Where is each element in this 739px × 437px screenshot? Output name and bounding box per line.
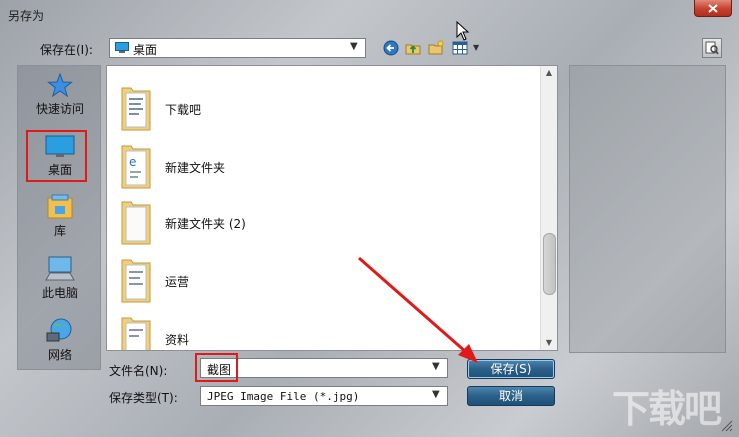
- close-icon: [708, 3, 718, 13]
- filetype-select[interactable]: JPEG Image File (*.jpg) ▼: [200, 386, 448, 406]
- folder-icon: [121, 87, 151, 131]
- file-name: 下载吧: [165, 103, 202, 117]
- file-list[interactable]: 下载吧 e 新建文件夹 新建文件夹 (2) 运营 资料 ▲ ▼: [106, 65, 558, 351]
- svg-text:e: e: [129, 155, 136, 169]
- nav-item-library[interactable]: 库: [18, 194, 102, 239]
- back-icon[interactable]: [383, 40, 399, 56]
- chevron-down-icon[interactable]: ▼: [432, 389, 440, 400]
- nav-item-label: 网络: [47, 348, 72, 362]
- folder-icon: e: [121, 145, 151, 189]
- savein-select[interactable]: 桌面 ▼: [109, 38, 366, 58]
- places-bar: 快速访问 桌面 库 此电脑 网络: [17, 65, 101, 370]
- watermark-logo: 下载吧: [612, 387, 722, 431]
- list-item[interactable]: 新建文件夹 (2): [107, 198, 537, 248]
- highlight-frame: [195, 353, 238, 382]
- file-name: 新建文件夹: [165, 161, 226, 175]
- nav-item-label: 此电脑: [41, 286, 78, 300]
- nav-item-quick-access[interactable]: 快速访问: [18, 72, 102, 117]
- folder-icon: [121, 201, 151, 245]
- view-dropdown-icon[interactable]: ▼: [473, 43, 479, 52]
- scroll-down-icon[interactable]: ▼: [541, 336, 557, 350]
- list-item[interactable]: 资料: [107, 314, 537, 350]
- save-button[interactable]: 保存(S): [467, 359, 555, 379]
- list-item[interactable]: e 新建文件夹: [107, 142, 537, 192]
- up-folder-icon[interactable]: [405, 40, 421, 56]
- resize-grip-icon[interactable]: [719, 418, 733, 432]
- file-name: 运营: [165, 275, 190, 289]
- nav-item-network[interactable]: 网络: [18, 318, 102, 363]
- preview-pane: [569, 65, 726, 353]
- preview-icon: [705, 41, 719, 55]
- title-bar: [0, 0, 739, 30]
- nav-item-this-pc[interactable]: 此电脑: [18, 256, 102, 301]
- folder-icon: [121, 259, 151, 303]
- filename-label: 文件名(N):: [109, 364, 168, 378]
- savein-value: 桌面: [133, 43, 158, 57]
- file-name: 新建文件夹 (2): [165, 217, 246, 231]
- view-menu-icon[interactable]: [452, 40, 468, 56]
- network-icon: [46, 318, 72, 342]
- scroll-up-icon[interactable]: ▲: [541, 66, 557, 80]
- chevron-down-icon[interactable]: ▼: [350, 41, 358, 52]
- scroll-thumb[interactable]: [543, 233, 556, 295]
- cancel-button[interactable]: 取消: [467, 386, 555, 406]
- close-button[interactable]: [694, 0, 732, 17]
- folder-icon: [121, 317, 151, 350]
- highlight-frame: [26, 130, 87, 182]
- file-name: 资料: [165, 333, 190, 347]
- window-title: 另存为: [8, 9, 45, 23]
- desktop-icon: [115, 42, 129, 53]
- preview-toggle-button[interactable]: [702, 38, 722, 58]
- list-item[interactable]: 运营: [107, 256, 537, 306]
- vertical-scrollbar[interactable]: ▲ ▼: [540, 66, 557, 350]
- star-icon: [47, 72, 73, 98]
- filetype-value: JPEG Image File (*.jpg): [207, 390, 360, 403]
- filetype-label: 保存类型(T):: [109, 391, 178, 405]
- computer-icon: [45, 256, 75, 281]
- savein-label: 保存在(I):: [40, 43, 93, 57]
- nav-item-label: 快速访问: [35, 102, 84, 116]
- nav-item-label: 库: [53, 224, 66, 238]
- chevron-down-icon[interactable]: ▼: [432, 361, 440, 372]
- new-folder-icon[interactable]: [428, 40, 444, 56]
- library-icon: [47, 194, 73, 219]
- list-item[interactable]: 下载吧: [107, 84, 537, 134]
